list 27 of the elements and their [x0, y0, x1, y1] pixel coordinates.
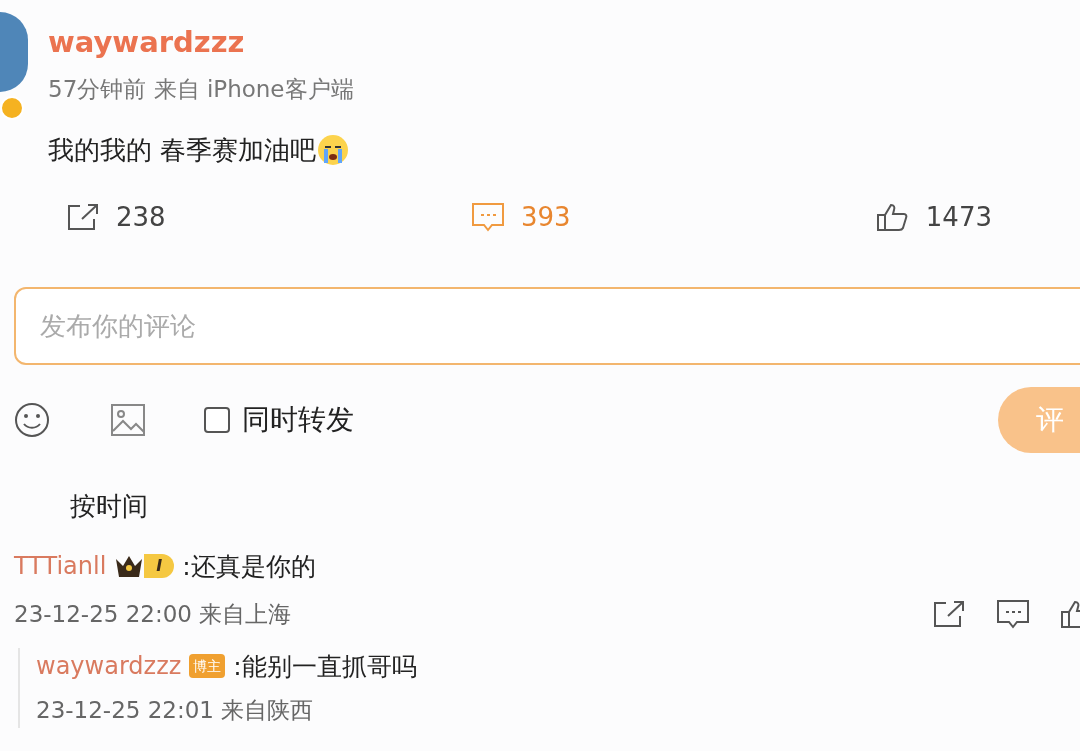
reply-text: :能别一直抓哥吗: [233, 650, 417, 683]
comment-submit-button[interactable]: 评: [998, 386, 1080, 453]
level-badge: I: [144, 554, 175, 579]
share-icon[interactable]: [66, 202, 100, 232]
share-icon[interactable]: [932, 599, 966, 630]
action-count: 393: [520, 200, 571, 234]
comment-meta: 23-12-25 22:00 来自上海: [14, 600, 292, 629]
author-badge: 博主: [189, 654, 226, 679]
comment-input[interactable]: 发布你的评论: [14, 286, 1080, 365]
action-count: 1473: [925, 200, 992, 234]
comment-icon[interactable]: [996, 599, 1030, 630]
post-text: 我的我的 春季赛加油吧: [48, 133, 317, 167]
post-meta: 57分钟前 来自 iPhone客户端: [48, 75, 354, 104]
comment-text: :还真是你的: [182, 550, 316, 583]
checkbox[interactable]: [204, 406, 230, 433]
author-name[interactable]: waywardzzz: [48, 24, 354, 60]
crying-face-icon: [316, 133, 351, 167]
smiley-icon[interactable]: [14, 401, 50, 438]
commenter-name[interactable]: TTTianll: [14, 548, 107, 585]
avatar[interactable]: [0, 12, 28, 92]
thumbs-up-icon[interactable]: [875, 202, 910, 232]
action-count: 238: [116, 200, 166, 234]
image-icon[interactable]: [110, 402, 146, 437]
reply-meta: 23-12-25 22:01 来自陕西: [36, 696, 315, 725]
reply-author-name[interactable]: waywardzzz: [36, 648, 182, 685]
sort-tab[interactable]: 按时间: [70, 486, 148, 526]
checkbox-label[interactable]: 同时转发: [242, 398, 354, 441]
